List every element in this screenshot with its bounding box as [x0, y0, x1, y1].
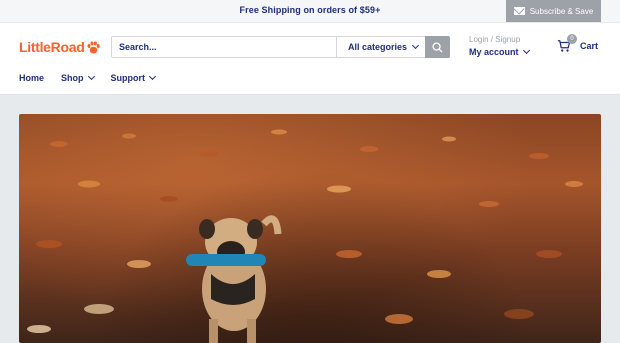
my-account-dropdown[interactable]: My account [469, 46, 530, 57]
logo-text: LittleRoad [19, 39, 85, 55]
site-header: LittleRoad All categories Login / Signup… [0, 23, 620, 95]
cart-count-badge: 0 [567, 34, 577, 44]
nav-item-support[interactable]: Support [110, 72, 157, 83]
hero-banner[interactable] [19, 114, 601, 343]
category-select[interactable]: All categories [336, 37, 426, 57]
mail-icon [513, 7, 525, 15]
my-account-label: My account [469, 47, 519, 57]
category-select-label: All categories [348, 42, 408, 52]
main-nav: Home Shop Support [19, 72, 157, 83]
nav-item-shop[interactable]: Shop [61, 72, 95, 83]
cart-button[interactable]: 0 Cart [557, 34, 599, 53]
cart-icon-wrapper: 0 [557, 34, 577, 53]
nav-item-label: Home [19, 73, 45, 83]
hero-image [27, 129, 583, 343]
account-menu: Login / Signup My account [469, 35, 530, 57]
announcement-bar: Free Shipping on orders of $59+ Subscrib… [0, 0, 620, 23]
search-input[interactable] [112, 37, 336, 57]
chevron-down-icon [522, 46, 530, 55]
nav-item-home[interactable]: Home [19, 73, 44, 83]
nav-item-label: Support [110, 73, 146, 83]
chevron-down-icon [148, 72, 157, 81]
chevron-down-icon [87, 72, 95, 81]
search-icon [432, 41, 443, 53]
search-bar: All categories [111, 36, 450, 58]
logo[interactable]: LittleRoad [19, 38, 101, 56]
chevron-down-icon [411, 41, 420, 50]
login-signup-link[interactable]: Login / Signup [469, 35, 529, 44]
pug-dog [186, 215, 282, 343]
paw-icon [87, 40, 101, 53]
search-button[interactable] [425, 36, 450, 58]
cart-label: Cart [580, 41, 599, 51]
autumn-leaves [27, 129, 583, 333]
nav-item-label: Shop [61, 73, 84, 83]
subscribe-label: Subscribe & Save [529, 6, 594, 16]
subscribe-button[interactable]: Subscribe & Save [506, 0, 601, 22]
